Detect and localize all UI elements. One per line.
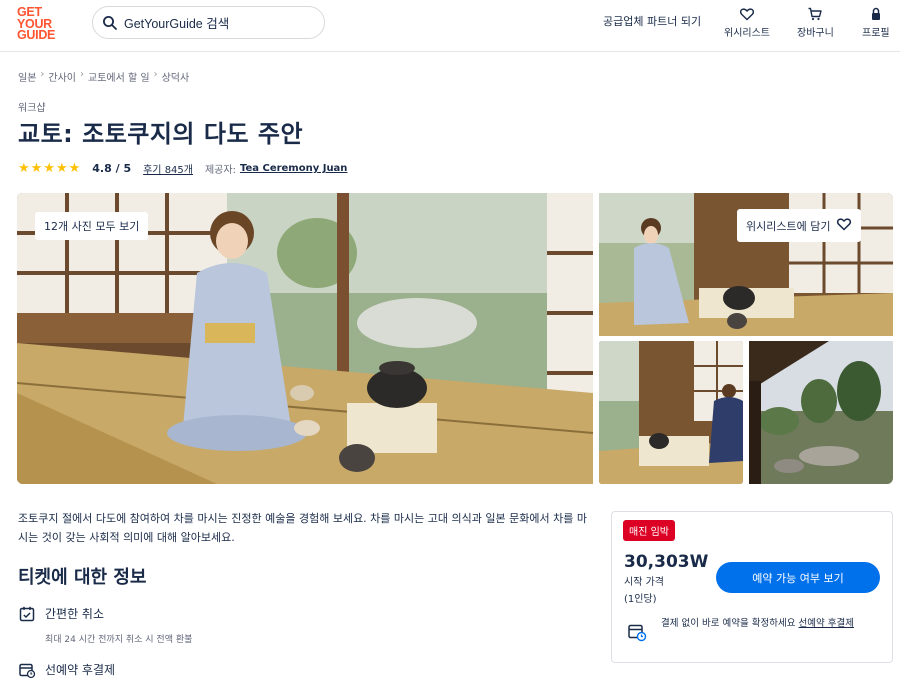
- nav-profile-label: 프로필: [862, 28, 890, 39]
- feature-free-cancellation: 간편한 취소: [18, 605, 104, 623]
- nav-wishlist[interactable]: 위시리스트: [724, 6, 770, 39]
- note-body: 결제 없이 바로 예약을 확정하세요: [661, 618, 796, 629]
- star-icon: ★: [68, 161, 81, 176]
- search-input[interactable]: GetYourGuide 검색: [92, 6, 325, 39]
- partner-link[interactable]: 공급업체 파트너 되기: [603, 13, 701, 29]
- logo[interactable]: GET YOUR GUIDE: [17, 6, 61, 42]
- price-label: 시작 가격: [624, 577, 664, 588]
- reserve-now-pay-later-note: 결제 없이 바로 예약을 확정하세요 선예약 후결제: [627, 616, 881, 642]
- feature-label: 간편한 취소: [45, 607, 105, 621]
- feature-label: 선예약 후결제: [45, 663, 116, 677]
- nav-cart[interactable]: 장바구니: [797, 6, 834, 39]
- rating-value: 4.8 / 5: [92, 162, 132, 175]
- search-placeholder: GetYourGuide 검색: [124, 17, 230, 31]
- view-all-photos-button[interactable]: 12개 사진 모두 보기: [35, 212, 149, 240]
- nav-cart-label: 장바구니: [797, 28, 834, 39]
- breadcrumb-separator: ›: [80, 69, 85, 80]
- breadcrumb: 일본 › 간사이 › 교토에서 할 일 › 상덕사: [18, 69, 189, 84]
- activity-description: 조토쿠지 절에서 다도에 참여하여 차를 마시는 진정한 예술을 경험해 보세요…: [18, 512, 587, 544]
- add-to-wishlist-label: 위시리스트에 담기: [746, 219, 831, 233]
- note-link[interactable]: 선예약 후결제: [798, 618, 853, 629]
- status-badge: 매진 임박: [623, 520, 675, 541]
- header: GET YOUR GUIDE GetYourGuide 검색 공급업체 파트너 …: [0, 0, 900, 52]
- activity-category: 워크샵: [18, 103, 46, 114]
- add-to-wishlist-button[interactable]: 위시리스트에 담기: [737, 209, 862, 242]
- heart-icon: [836, 216, 852, 235]
- side-photo-bottom-left[interactable]: [599, 341, 743, 484]
- nav-profile[interactable]: 프로필: [862, 6, 890, 39]
- feature-subtext: 최대 24 시간 전까지 취소 시 전액 환불: [45, 635, 193, 645]
- rating-stars: ★ ★ ★ ★ ★: [18, 162, 80, 175]
- breadcrumb-item[interactable]: 교토에서 할 일: [88, 69, 150, 84]
- user-icon: [868, 6, 884, 22]
- rating-row: ★ ★ ★ ★ ★ 4.8 / 5 후기 845개 제공자: Tea Cerem…: [18, 161, 347, 176]
- breadcrumb-item[interactable]: 간사이: [48, 69, 76, 84]
- calendar-clock-icon: [627, 622, 647, 642]
- breadcrumb-item[interactable]: 일본: [18, 69, 36, 84]
- star-icon: ★: [43, 161, 55, 176]
- price-value: 30,303W: [624, 552, 709, 572]
- provider-label: 제공자:: [204, 165, 236, 176]
- nav-wishlist-label: 위시리스트: [724, 28, 770, 39]
- star-icon: ★: [55, 161, 68, 176]
- breadcrumb-item[interactable]: 상덕사: [162, 69, 190, 84]
- check-availability-button[interactable]: 예약 가능 여부 보기: [716, 562, 880, 593]
- star-icon: ★: [18, 161, 30, 176]
- ticket-info-title: 티켓에 대한 정보: [18, 567, 147, 588]
- side-photo-bottom-right[interactable]: [749, 341, 893, 484]
- booking-card: 매진 임박 30,303W 시작 가격 (1인당) 예약 가능 여부 보기 결제…: [611, 511, 893, 663]
- logo-line-3: GUIDE: [17, 28, 56, 42]
- calendar-check-icon: [18, 605, 36, 623]
- search-icon: [102, 15, 118, 31]
- feature-reserve-now-pay-later: 선예약 후결제: [18, 661, 115, 679]
- breadcrumb-separator: ›: [153, 69, 158, 80]
- heart-icon: [739, 6, 755, 22]
- page-title: 교토: 조토쿠지의 다도 주안: [18, 120, 304, 148]
- reviews-link[interactable]: 후기 845개: [143, 161, 193, 176]
- star-icon: ★: [30, 161, 43, 176]
- note-text: 결제 없이 바로 예약을 확정하세요 선예약 후결제: [661, 616, 881, 631]
- provider-link[interactable]: Tea Ceremony Juan: [240, 163, 347, 174]
- cart-icon: [807, 6, 823, 22]
- price-unit: (1인당): [624, 594, 657, 605]
- breadcrumb-separator: ›: [40, 69, 45, 80]
- calendar-clock-icon: [18, 661, 36, 679]
